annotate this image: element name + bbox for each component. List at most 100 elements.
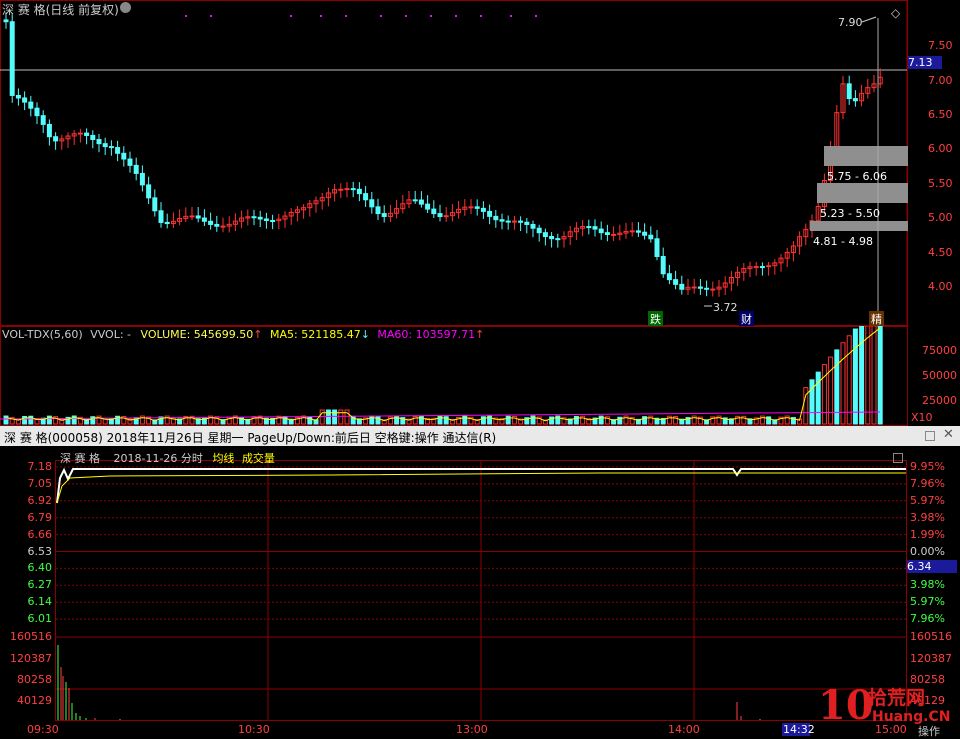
candle[interactable]: [716, 280, 722, 297]
candle[interactable]: [797, 231, 803, 255]
candle[interactable]: [400, 194, 406, 214]
event-marker-die[interactable]: 跌: [648, 311, 663, 327]
candle[interactable]: [766, 261, 772, 276]
candle[interactable]: [9, 14, 15, 103]
candle[interactable]: [524, 217, 530, 234]
candle[interactable]: [722, 276, 728, 295]
candle[interactable]: [251, 209, 257, 226]
candle[interactable]: [294, 205, 300, 222]
candle[interactable]: [412, 190, 418, 204]
candle[interactable]: [127, 151, 133, 173]
candle[interactable]: [313, 196, 319, 213]
candle[interactable]: [195, 207, 201, 223]
candle[interactable]: [654, 229, 660, 261]
candle[interactable]: [53, 132, 59, 150]
candle[interactable]: [263, 212, 269, 229]
candle[interactable]: [648, 226, 654, 243]
candle[interactable]: [784, 247, 790, 268]
candle[interactable]: [449, 204, 455, 222]
candle[interactable]: [239, 210, 245, 229]
kline-panel[interactable]: 深 赛 格(日线 前复权) 7.90 ◇ 3.72 5.75 - 6.06 5.…: [0, 0, 960, 327]
candle[interactable]: [468, 199, 474, 215]
candle[interactable]: [208, 212, 214, 230]
candle[interactable]: [96, 133, 102, 153]
event-marker-cai[interactable]: 财: [739, 311, 754, 327]
candle[interactable]: [84, 128, 90, 145]
candle[interactable]: [555, 233, 561, 248]
candle[interactable]: [146, 176, 152, 205]
candle[interactable]: [741, 263, 747, 281]
candle[interactable]: [387, 204, 393, 223]
candle[interactable]: [71, 129, 77, 145]
candle[interactable]: [369, 191, 375, 214]
candle[interactable]: [456, 201, 462, 219]
candle[interactable]: [356, 182, 362, 202]
candle[interactable]: [790, 240, 796, 262]
candle[interactable]: [170, 212, 176, 228]
candle[interactable]: [778, 254, 784, 272]
candle[interactable]: [183, 207, 189, 223]
candle[interactable]: [232, 213, 238, 232]
candle[interactable]: [629, 222, 635, 237]
candle[interactable]: [666, 264, 672, 285]
candle[interactable]: [487, 204, 493, 225]
candle[interactable]: [189, 206, 195, 221]
candle[interactable]: [679, 275, 685, 295]
candle[interactable]: [518, 216, 524, 232]
candle[interactable]: [871, 74, 877, 93]
candle[interactable]: [245, 209, 251, 226]
candle[interactable]: [40, 110, 46, 134]
candle[interactable]: [840, 75, 846, 120]
candle[interactable]: [108, 140, 114, 156]
candle[interactable]: [704, 280, 710, 297]
candle[interactable]: [728, 271, 734, 292]
candle[interactable]: [598, 221, 604, 240]
kline-chart[interactable]: [0, 0, 960, 326]
candle[interactable]: [319, 192, 325, 210]
candle[interactable]: [505, 215, 511, 230]
candle[interactable]: [437, 204, 443, 222]
candle[interactable]: [592, 219, 598, 237]
candle[interactable]: [59, 134, 65, 150]
candle[interactable]: [102, 137, 108, 155]
candle[interactable]: [443, 207, 449, 222]
candle[interactable]: [418, 191, 424, 208]
candle[interactable]: [691, 278, 697, 294]
candle[interactable]: [338, 183, 344, 198]
candle[interactable]: [846, 75, 852, 105]
candle[interactable]: [276, 213, 282, 230]
candle[interactable]: [406, 190, 412, 209]
candle[interactable]: [617, 224, 623, 241]
candle[interactable]: [635, 222, 641, 237]
candle[interactable]: [536, 224, 542, 242]
candle[interactable]: [90, 130, 96, 149]
panel-toggle-icon[interactable]: [893, 453, 903, 463]
candle[interactable]: [431, 200, 437, 218]
candle[interactable]: [561, 231, 567, 248]
candle[interactable]: [139, 165, 145, 192]
candle[interactable]: [77, 128, 83, 143]
candle[interactable]: [15, 88, 21, 106]
candle[interactable]: [542, 228, 548, 246]
candle[interactable]: [462, 199, 468, 216]
candle[interactable]: [759, 262, 765, 276]
candle[interactable]: [772, 259, 778, 275]
event-marker-jing[interactable]: 精: [869, 311, 884, 327]
candle[interactable]: [381, 205, 387, 223]
candle[interactable]: [852, 90, 858, 107]
candle[interactable]: [685, 278, 691, 296]
candle[interactable]: [28, 95, 34, 117]
candle[interactable]: [877, 68, 883, 88]
candle[interactable]: [859, 84, 865, 107]
candle[interactable]: [220, 217, 226, 233]
candle[interactable]: [270, 214, 276, 230]
candle[interactable]: [226, 216, 232, 233]
candle[interactable]: [121, 146, 127, 167]
candle[interactable]: [375, 198, 381, 221]
candle[interactable]: [325, 187, 331, 207]
candle[interactable]: [697, 278, 703, 295]
minute-chart[interactable]: [0, 426, 960, 737]
candle[interactable]: [673, 270, 679, 290]
candle[interactable]: [660, 247, 666, 278]
candle[interactable]: [480, 201, 486, 219]
